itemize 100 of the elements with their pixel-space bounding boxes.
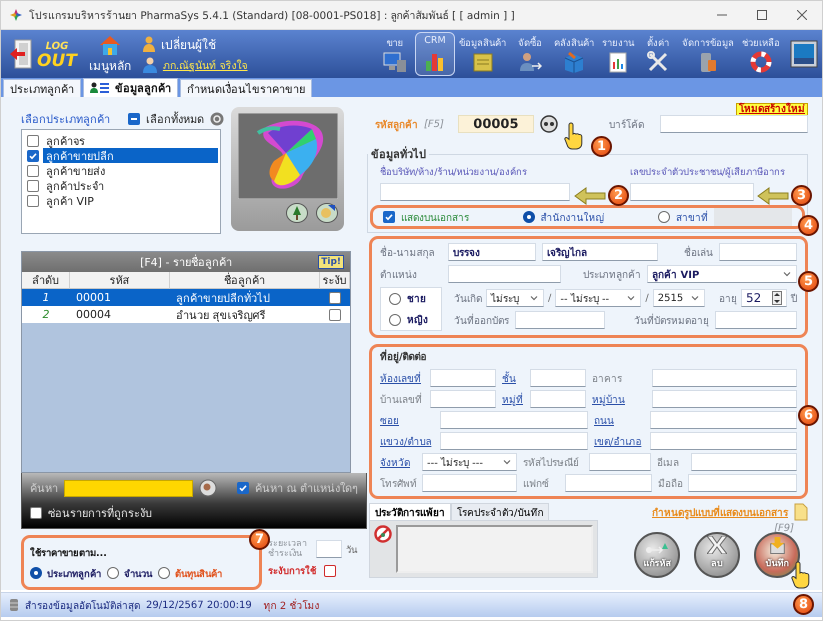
text-field[interactable] <box>652 369 797 387</box>
list-item[interactable]: ลูกค้าขายปลีก <box>43 148 218 163</box>
window-icon[interactable] <box>790 40 818 68</box>
text-field[interactable] <box>530 369 586 387</box>
tip-badge[interactable]: Tip! <box>318 255 344 270</box>
notes-text-area[interactable] <box>396 525 593 573</box>
tab[interactable]: โรคประจำตัว/บันทึก <box>451 503 550 520</box>
checkbox[interactable] <box>383 211 395 223</box>
expiry-date-field[interactable] <box>715 311 797 329</box>
text-field[interactable] <box>430 390 496 408</box>
checkbox[interactable] <box>128 113 140 125</box>
field-link[interactable]: หมู่บ้าน <box>592 392 646 406</box>
checkbox[interactable] <box>30 507 42 520</box>
nickname-field[interactable] <box>719 243 797 261</box>
checkbox[interactable] <box>329 308 341 321</box>
customer-type-dropdown[interactable]: ลูกค้า VIP <box>647 265 797 283</box>
checkbox[interactable] <box>27 164 39 176</box>
toolbar-button[interactable]: จัดการข้อมูล <box>678 32 738 76</box>
checkbox[interactable] <box>27 180 39 192</box>
checkbox[interactable] <box>329 292 341 304</box>
first-name-field[interactable]: บรรจง <box>448 243 536 261</box>
year-dropdown[interactable]: 2515 <box>652 289 705 307</box>
home-button[interactable]: เมนูหลัก <box>88 34 131 74</box>
text-field[interactable] <box>589 453 651 471</box>
toolbar-button[interactable]: ตั้งค่า <box>638 32 678 76</box>
switch-user-button[interactable]: เปลี่ยนผู้ใช้ <box>142 34 248 54</box>
issue-date-field[interactable] <box>515 311 605 329</box>
text-field[interactable] <box>650 432 797 450</box>
table-cell[interactable]: ลูกค้าขายปลีกทั่วไป <box>170 289 320 306</box>
table-cell[interactable]: 2 <box>22 306 70 324</box>
payment-term-label: ระยะเวลา ชำระเงิน <box>268 539 308 560</box>
radio-button[interactable] <box>389 314 401 326</box>
text-field[interactable] <box>422 474 517 492</box>
checkbox[interactable] <box>27 194 39 206</box>
field-link[interactable]: หมู่ที่ <box>502 392 524 406</box>
logout-button[interactable]: LOG OUT <box>9 38 77 70</box>
radio-button[interactable] <box>658 211 670 223</box>
checkbox[interactable] <box>27 150 39 162</box>
field-link[interactable]: ซอย <box>380 412 434 428</box>
radio-button[interactable] <box>158 567 170 580</box>
toolbar-button[interactable]: ข้อมูลสินค้า <box>455 32 510 76</box>
tab[interactable]: ประวัติการแพ้ยา <box>369 503 451 520</box>
column-header[interactable]: ชื่อลูกค้า <box>170 272 320 290</box>
checkbox[interactable] <box>324 564 336 577</box>
position-field[interactable] <box>448 265 561 283</box>
barcode-field[interactable] <box>660 115 808 133</box>
customer-code-field[interactable]: 00005 <box>458 115 534 133</box>
last-name-field[interactable]: เจริญไกล <box>542 243 658 261</box>
text-field[interactable] <box>688 474 797 492</box>
age-spinner[interactable]: 52 <box>741 289 787 307</box>
payment-term-field[interactable] <box>316 540 342 558</box>
column-header[interactable]: ลำดับ <box>22 272 70 290</box>
toolbar-button[interactable]: ขาย <box>375 32 415 76</box>
tab[interactable]: ข้อมูลลูกค้า <box>83 78 178 97</box>
tab[interactable]: กำหนดเงื่อนไขราคาขาย <box>180 79 312 97</box>
company-name-field[interactable] <box>380 183 570 201</box>
text-field[interactable] <box>430 369 496 387</box>
list-item[interactable]: ลูกค้าประจำ <box>43 178 218 193</box>
checkbox[interactable] <box>27 134 39 146</box>
field-link[interactable]: จังหวัด <box>380 454 416 470</box>
list-item[interactable]: ลูกค้าขายส่ง <box>43 163 218 178</box>
field-link[interactable]: ชั้น <box>502 370 524 386</box>
photo-icon[interactable] <box>316 203 338 223</box>
text-field[interactable] <box>440 411 588 429</box>
tree-icon[interactable] <box>286 203 308 223</box>
radio-button[interactable] <box>522 211 534 223</box>
province-dropdown[interactable]: --- ไม่ระบุ --- <box>422 453 517 471</box>
field-link[interactable]: แขวง/ตำบล <box>380 434 434 448</box>
list-item[interactable]: ลูกค้าจร <box>43 133 218 148</box>
text-field[interactable] <box>691 453 797 471</box>
list-item[interactable]: ลูกค้า VIP <box>43 193 218 208</box>
user-name-link[interactable]: ภก.ณัฐนันท์ จริงใจ <box>142 56 248 74</box>
text-field[interactable] <box>440 432 588 450</box>
column-header[interactable]: รหัส <box>70 272 170 290</box>
radio-button[interactable] <box>389 292 401 304</box>
tab[interactable]: ประเภทลูกค้า <box>3 79 81 97</box>
text-field[interactable] <box>652 390 797 408</box>
toolbar-button[interactable]: คลังสินค้า <box>550 32 598 76</box>
toolbar-button[interactable]: ช่วยเหลือ <box>738 32 784 76</box>
search-field[interactable] <box>64 480 193 497</box>
field-link[interactable]: ห้องเลขที่ <box>380 370 424 386</box>
table-cell[interactable]: 1 <box>22 289 70 306</box>
field-link[interactable]: ถนน <box>594 412 644 428</box>
table-cell[interactable]: อำนวย สุขเจริญศรี <box>170 306 320 324</box>
table-cell[interactable]: 00004 <box>70 306 170 324</box>
radio-button[interactable] <box>30 567 42 580</box>
table-cell[interactable]: 00001 <box>70 289 170 306</box>
tax-id-field[interactable] <box>630 183 754 201</box>
checkbox[interactable] <box>237 482 249 494</box>
toolbar-button[interactable]: รายงาน <box>598 32 638 76</box>
text-field[interactable] <box>530 390 586 408</box>
month-dropdown[interactable]: -- ไม่ระบุ -- <box>555 289 642 307</box>
field-link[interactable]: เขต/อำเภอ <box>594 434 644 448</box>
radio-button[interactable] <box>107 567 119 580</box>
text-field[interactable] <box>565 474 652 492</box>
toolbar-button[interactable]: จัดซื้อ <box>510 32 550 76</box>
text-field[interactable] <box>650 411 797 429</box>
day-dropdown[interactable]: ไม่ระบุ <box>486 289 544 307</box>
column-header[interactable]: ระงับ <box>320 272 350 290</box>
branch-number-field[interactable] <box>714 208 792 226</box>
